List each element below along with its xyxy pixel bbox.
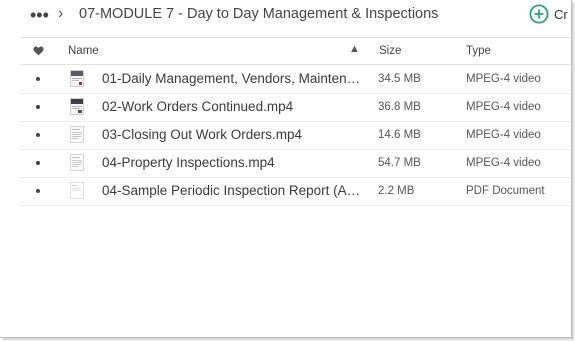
file-type: PDF Document <box>466 185 545 197</box>
file-name[interactable]: 03-Closing Out Work Orders.mp4 <box>102 127 364 142</box>
file-row[interactable]: 03-Closing Out Work Orders.mp4 14.6 MB M… <box>20 121 571 150</box>
file-type: MPEG-4 video <box>466 157 541 169</box>
sort-ascending-icon[interactable]: ▲ <box>349 43 360 55</box>
more-options-icon[interactable]: ••• <box>30 6 49 24</box>
create-button-label: Cr <box>554 6 568 22</box>
name-column-header[interactable]: Name <box>68 45 99 57</box>
file-size: 14.6 MB <box>378 129 421 141</box>
file-row[interactable]: 01-Daily Management, Vendors, Maintenanc… <box>20 65 571 94</box>
file-size: 54.7 MB <box>378 157 421 169</box>
favorite-dot-icon[interactable] <box>36 77 40 81</box>
file-type: MPEG-4 video <box>466 101 541 113</box>
file-size: 2.2 MB <box>378 185 415 197</box>
type-column-header[interactable]: Type <box>466 45 491 57</box>
toolbar: ••• › 07-MODULE 7 - Day to Day Managemen… <box>0 0 571 32</box>
favorite-dot-icon[interactable] <box>36 105 40 109</box>
column-header-row: Name ▲ Size Type <box>0 40 571 64</box>
file-name[interactable]: 02-Work Orders Continued.mp4 <box>102 99 364 114</box>
file-name[interactable]: 04-Property Inspections.mp4 <box>102 155 364 170</box>
file-browser-window: ••• › 07-MODULE 7 - Day to Day Managemen… <box>0 0 572 338</box>
file-row[interactable]: 04-Property Inspections.mp4 54.7 MB MPEG… <box>20 149 571 178</box>
header-divider <box>20 37 571 38</box>
document-thumbnail-icon <box>70 154 84 171</box>
size-column-header[interactable]: Size <box>379 45 401 57</box>
folder-title: 07-MODULE 7 - Day to Day Management & In… <box>79 6 439 22</box>
file-row[interactable]: 02-Work Orders Continued.mp4 36.8 MB MPE… <box>20 93 571 122</box>
file-name[interactable]: 04-Sample Periodic Inspection Report (Ad… <box>102 183 364 198</box>
favorite-dot-icon[interactable] <box>36 133 40 137</box>
chevron-right-icon: › <box>58 5 64 22</box>
favorite-dot-icon[interactable] <box>36 189 40 193</box>
plus-circle-icon <box>529 4 549 24</box>
heart-icon[interactable] <box>33 46 44 56</box>
document-thumbnail-icon <box>70 126 84 143</box>
video-thumbnail-icon <box>70 98 84 115</box>
file-name[interactable]: 01-Daily Management, Vendors, Maintenanc… <box>102 71 364 86</box>
create-button[interactable]: Cr <box>529 3 568 25</box>
file-type: MPEG-4 video <box>466 73 541 85</box>
pdf-thumbnail-icon <box>70 182 84 199</box>
file-size: 36.8 MB <box>378 101 421 113</box>
file-row[interactable]: 04-Sample Periodic Inspection Report (Ad… <box>20 177 571 206</box>
favorite-dot-icon[interactable] <box>36 161 40 165</box>
video-thumbnail-icon <box>70 70 84 87</box>
file-size: 34.5 MB <box>378 73 421 85</box>
file-type: MPEG-4 video <box>466 129 541 141</box>
